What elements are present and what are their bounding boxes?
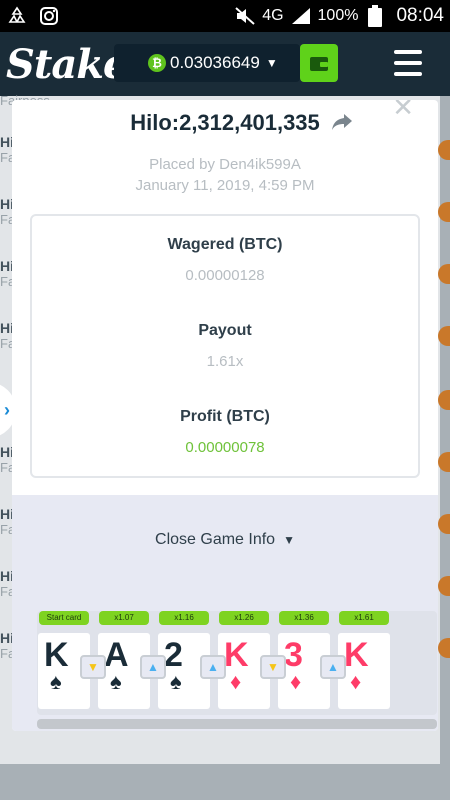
card-rank: 3 <box>284 636 303 674</box>
chevron-down-icon: ▼ <box>265 56 278 70</box>
placed-by: Placed by Den4ik599A <box>149 156 301 173</box>
multiplier-label: x1.16 <box>159 611 209 625</box>
diamond-icon: ♦ <box>230 669 242 694</box>
spade-icon: ♠ <box>50 669 62 694</box>
card-rank: 2 <box>164 636 183 674</box>
diamond-icon: ♦ <box>350 669 362 694</box>
spade-icon: ♠ <box>170 669 182 694</box>
payout-stat: Payout 1.61x <box>32 322 418 370</box>
stat-value: 0.00000078 <box>185 439 265 456</box>
diamond-icon: ♦ <box>290 669 302 694</box>
mute-icon <box>234 5 256 27</box>
multiplier-label: x1.61 <box>339 611 389 625</box>
stake-logo[interactable]: Stake <box>6 41 128 88</box>
app-header: Stake ₿ 0.03036649 ▼ <box>0 32 450 96</box>
wallet-button[interactable] <box>300 44 338 82</box>
bet-title: Hilo:2,312,401,335 <box>130 110 320 135</box>
menu-button[interactable] <box>394 50 422 76</box>
card-rank: K <box>344 636 369 674</box>
instagram-icon <box>38 5 60 27</box>
share-icon[interactable] <box>330 112 354 137</box>
stat-label: Wagered (BTC) <box>167 236 283 253</box>
higher-guess-icon: ▲ <box>200 655 226 679</box>
lower-guess-icon: ▼ <box>260 655 286 679</box>
game-info-area: Close Game Info ▼ Start card K ♠ x1.07 A … <box>12 495 438 731</box>
bet-stats: Wagered (BTC) 0.00000128 Payout 1.61x Pr… <box>30 214 420 478</box>
bitcoin-icon: ₿ <box>148 54 166 72</box>
bet-date: January 11, 2019, 4:59 PM <box>135 177 315 194</box>
network-type: 4G <box>262 7 284 24</box>
card-rank: K <box>44 636 69 674</box>
battery-icon <box>364 5 386 27</box>
stat-label: Profit (BTC) <box>180 408 270 425</box>
multiplier-label: Start card <box>39 611 89 625</box>
wallet-icon <box>310 57 328 71</box>
stat-value: 0.00000128 <box>185 267 265 284</box>
close-game-info-button[interactable]: Close Game Info ▼ <box>12 531 438 549</box>
card-rank: K <box>224 636 249 674</box>
higher-guess-icon: ▲ <box>140 655 166 679</box>
multiplier-label: x1.26 <box>219 611 269 625</box>
status-bar: 4G 100% 08:04 <box>0 0 450 32</box>
spade-icon: ♠ <box>110 669 122 694</box>
card-rank: A <box>104 636 129 674</box>
chevron-right-icon: › <box>4 399 10 420</box>
signal-icon <box>290 5 312 27</box>
cards-panel: Start card K ♠ x1.07 A ♠ x1.16 2 ♠ x1.26… <box>37 611 437 715</box>
multiplier-label: x1.07 <box>99 611 149 625</box>
cards-scrollbar[interactable] <box>37 719 437 729</box>
balance-selector[interactable]: ₿ 0.03036649 ▼ <box>114 44 300 82</box>
lower-guess-icon: ▼ <box>80 655 106 679</box>
wagered-stat: Wagered (BTC) 0.00000128 <box>32 236 418 284</box>
recycle-icon <box>6 5 28 27</box>
stat-label: Payout <box>198 322 252 339</box>
clock: 08:04 <box>396 5 444 26</box>
profit-stat: Profit (BTC) 0.00000078 <box>32 408 418 456</box>
multiplier-label: x1.36 <box>279 611 329 625</box>
close-game-info-label: Close Game Info <box>155 531 276 548</box>
balance-value: 0.03036649 <box>170 53 260 72</box>
higher-guess-icon: ▲ <box>320 655 346 679</box>
bet-details-modal: ✕ Hilo:2,312,401,335 Placed by Den4ik599… <box>12 100 438 731</box>
stat-value: 1.61x <box>206 353 244 370</box>
chevron-down-icon: ▼ <box>283 533 295 547</box>
battery-percent: 100% <box>317 7 359 24</box>
